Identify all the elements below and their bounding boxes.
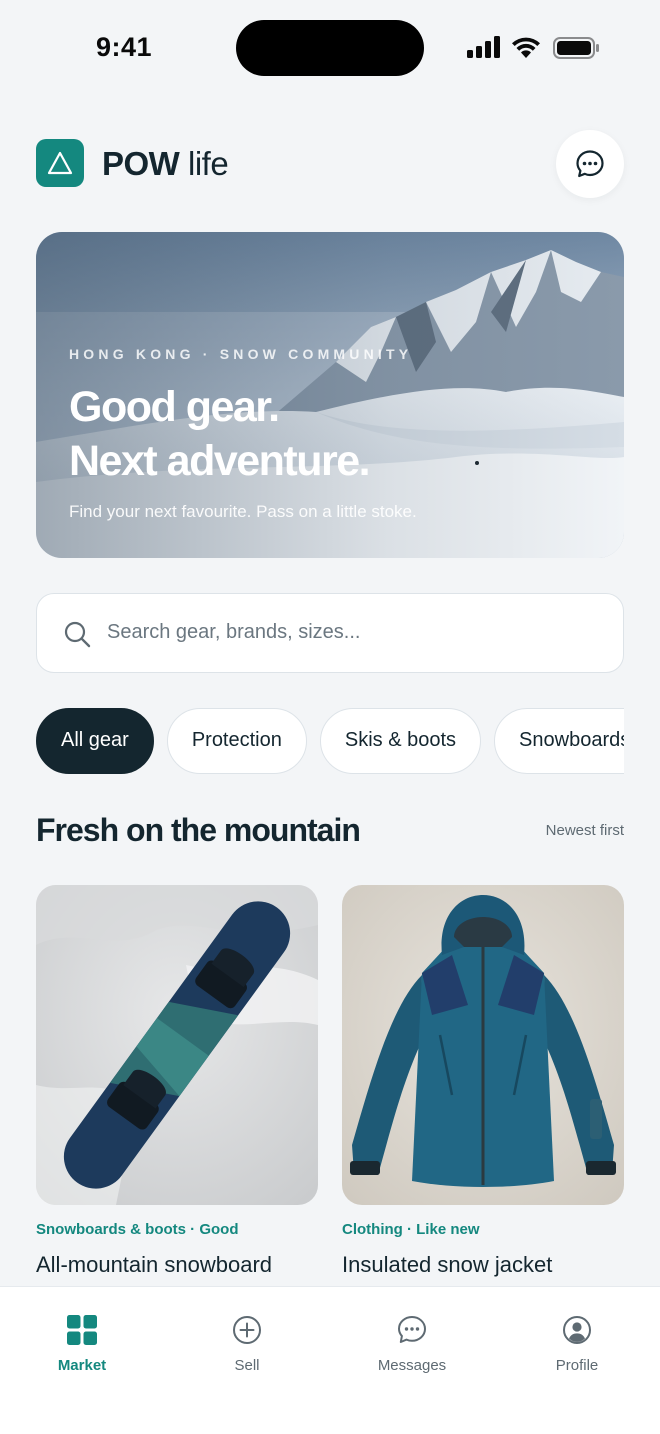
section-title: Fresh on the mountain bbox=[36, 812, 361, 848]
user-circle-icon bbox=[563, 1316, 591, 1344]
search-bar[interactable] bbox=[36, 593, 624, 673]
app-header: POW life bbox=[36, 130, 624, 198]
logo-icon bbox=[36, 139, 84, 187]
status-time: 9:41 bbox=[96, 32, 153, 62]
product-meta: Snowboards & boots · Good bbox=[36, 1221, 239, 1238]
grid-icon bbox=[67, 1315, 97, 1345]
hero-title-line-2: Next adventure. bbox=[69, 437, 371, 485]
chip-protection[interactable]: Protection bbox=[166, 708, 307, 774]
product-title[interactable]: All-mountain snowboard bbox=[36, 1252, 318, 1278]
search-icon bbox=[64, 621, 91, 648]
brand-name: POW life bbox=[102, 145, 229, 183]
tab-messages[interactable]: Messages bbox=[352, 1315, 472, 1374]
search-input[interactable] bbox=[107, 594, 597, 671]
hero-subtitle: Find your next favourite. Pass on a litt… bbox=[69, 502, 417, 521]
tab-profile[interactable]: Profile bbox=[517, 1315, 637, 1374]
messages-button[interactable] bbox=[556, 130, 624, 198]
tab-label: Market bbox=[57, 1357, 107, 1374]
tab-sell[interactable]: Sell bbox=[187, 1315, 307, 1374]
status-bar: 9:41 bbox=[0, 0, 660, 96]
tab-label: Messages bbox=[377, 1357, 447, 1374]
tab-label: Sell bbox=[234, 1357, 260, 1374]
tab-label: Profile bbox=[555, 1357, 599, 1374]
wifi-icon bbox=[512, 37, 540, 58]
hero-kicker: HONG KONG · SNOW COMMUNITY bbox=[69, 346, 413, 362]
category-chips: All gear Protection Skis & boots Snowboards bbox=[36, 708, 624, 774]
product-card[interactable]: Snowboards & boots · Good All-mountain s… bbox=[36, 885, 318, 1278]
chip-snowboards[interactable]: Snowboards bbox=[494, 708, 624, 774]
brand-strong: POW bbox=[102, 145, 180, 182]
chat-icon bbox=[398, 1316, 426, 1343]
hero-title: Good gear. Next adventure. bbox=[69, 380, 371, 488]
hero-title-line-1: Good gear. bbox=[69, 383, 280, 431]
plus-circle-icon bbox=[233, 1316, 261, 1344]
dynamic-island bbox=[236, 20, 424, 76]
chat-bubble-icon bbox=[576, 150, 604, 178]
chip-skis-boots[interactable]: Skis & boots bbox=[319, 708, 482, 774]
snowboard-photo bbox=[36, 885, 318, 1205]
hero-banner[interactable]: HONG KONG · SNOW COMMUNITY Good gear. Ne… bbox=[36, 232, 624, 558]
product-meta: Clothing · Like new bbox=[342, 1221, 480, 1238]
chip-all-gear[interactable]: All gear bbox=[36, 708, 154, 774]
product-image[interactable] bbox=[36, 885, 318, 1205]
sort-button[interactable]: Newest first bbox=[546, 822, 624, 839]
tab-market[interactable]: Market bbox=[22, 1315, 142, 1374]
signal-icon bbox=[467, 36, 500, 58]
battery-icon bbox=[553, 37, 599, 59]
tab-bar: Market Sell Messages Profile bbox=[0, 1286, 660, 1434]
product-title[interactable]: Insulated snow jacket bbox=[342, 1252, 624, 1278]
brand-light: life bbox=[188, 145, 229, 182]
jacket-photo bbox=[342, 885, 624, 1205]
product-card[interactable]: Clothing · Like new Insulated snow jacke… bbox=[342, 885, 624, 1278]
product-image[interactable] bbox=[342, 885, 624, 1205]
